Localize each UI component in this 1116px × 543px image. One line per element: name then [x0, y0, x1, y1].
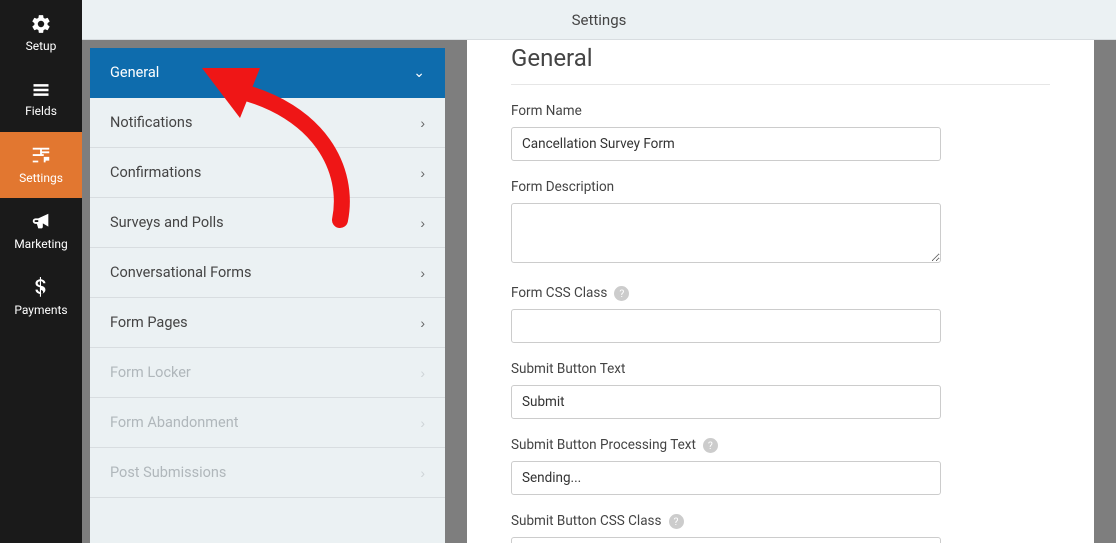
divider	[511, 84, 1050, 85]
field-form-description: Form Description	[511, 179, 1050, 267]
label-form-css-class: Form CSS Class ?	[511, 285, 1050, 301]
submenu-item-general[interactable]: General ⌄	[90, 48, 445, 98]
submenu-item-form-pages[interactable]: Form Pages ›	[90, 298, 445, 348]
submenu-item-conversational[interactable]: Conversational Forms ›	[90, 248, 445, 298]
label-text: Form CSS Class	[511, 285, 607, 301]
submenu-item-notifications[interactable]: Notifications ›	[90, 98, 445, 148]
rail-item-settings[interactable]: Settings	[0, 132, 82, 198]
input-form-css-class[interactable]	[511, 309, 941, 343]
submenu-label: Form Abandonment	[110, 414, 238, 431]
input-submit-css-class[interactable]	[511, 537, 941, 543]
primary-rail: Setup Fields Settings Marketing Payments	[0, 0, 82, 543]
topbar: Settings	[82, 0, 1116, 40]
input-form-name[interactable]	[511, 127, 941, 161]
dollar-icon	[33, 277, 49, 299]
section-heading: General	[511, 44, 1050, 72]
textarea-form-description[interactable]	[511, 203, 941, 263]
chevron-right-icon: ›	[420, 365, 425, 381]
label-text: Submit Button Processing Text	[511, 437, 696, 453]
label-submit-text: Submit Button Text	[511, 361, 1050, 377]
submenu-item-form-abandonment[interactable]: Form Abandonment ›	[90, 398, 445, 448]
submenu-label: General	[110, 64, 159, 81]
submenu-label: Notifications	[110, 114, 192, 131]
submenu-label: Surveys and Polls	[110, 214, 224, 231]
field-form-name: Form Name	[511, 103, 1050, 161]
submenu-label: Conversational Forms	[110, 264, 251, 281]
outer-region: Settings General ⌄ Notifications › Confi…	[82, 0, 1116, 543]
help-icon[interactable]: ?	[614, 286, 629, 301]
chevron-right-icon: ›	[420, 265, 425, 281]
submenu-item-surveys[interactable]: Surveys and Polls ›	[90, 198, 445, 248]
chevron-right-icon: ›	[420, 315, 425, 331]
chevron-right-icon: ›	[420, 215, 425, 231]
list-icon	[31, 80, 51, 100]
submenu-item-form-locker[interactable]: Form Locker ›	[90, 348, 445, 398]
chevron-down-icon: ⌄	[413, 64, 425, 81]
help-icon[interactable]: ?	[703, 438, 718, 453]
submenu-item-confirmations[interactable]: Confirmations ›	[90, 148, 445, 198]
rail-item-setup[interactable]: Setup	[0, 0, 82, 66]
input-submit-processing[interactable]	[511, 461, 941, 495]
bullhorn-icon	[30, 211, 52, 233]
settings-submenu: General ⌄ Notifications › Confirmations …	[90, 48, 445, 543]
chevron-right-icon: ›	[420, 115, 425, 131]
rail-label: Fields	[25, 104, 57, 118]
label-submit-css-class: Submit Button CSS Class ?	[511, 513, 1050, 529]
rail-item-fields[interactable]: Fields	[0, 66, 82, 132]
rail-item-marketing[interactable]: Marketing	[0, 198, 82, 264]
rail-item-payments[interactable]: Payments	[0, 264, 82, 330]
submenu-label: Post Submissions	[110, 464, 226, 481]
submenu-item-post-submissions[interactable]: Post Submissions ›	[90, 448, 445, 498]
rail-label: Settings	[19, 171, 63, 185]
sliders-icon	[30, 145, 52, 167]
page-title: Settings	[572, 11, 627, 29]
label-text: Submit Button CSS Class	[511, 513, 662, 529]
field-submit-processing: Submit Button Processing Text ?	[511, 437, 1050, 495]
submenu-label: Form Locker	[110, 364, 191, 381]
label-submit-processing: Submit Button Processing Text ?	[511, 437, 1050, 453]
rail-label: Marketing	[14, 237, 68, 251]
submenu-label: Form Pages	[110, 314, 188, 331]
help-icon[interactable]: ?	[669, 514, 684, 529]
field-submit-css-class: Submit Button CSS Class ?	[511, 513, 1050, 543]
gear-icon	[30, 13, 52, 35]
rail-label: Setup	[26, 39, 57, 53]
input-submit-text[interactable]	[511, 385, 941, 419]
content-wrap: General Form Name Form Description Form …	[445, 40, 1116, 543]
chevron-right-icon: ›	[420, 165, 425, 181]
label-form-name: Form Name	[511, 103, 1050, 119]
rail-label: Payments	[14, 303, 67, 317]
field-submit-text: Submit Button Text	[511, 361, 1050, 419]
submenu-label: Confirmations	[110, 164, 201, 181]
settings-card: General Form Name Form Description Form …	[467, 40, 1094, 543]
chevron-right-icon: ›	[420, 415, 425, 431]
field-form-css-class: Form CSS Class ?	[511, 285, 1050, 343]
label-form-description: Form Description	[511, 179, 1050, 195]
chevron-right-icon: ›	[420, 465, 425, 481]
